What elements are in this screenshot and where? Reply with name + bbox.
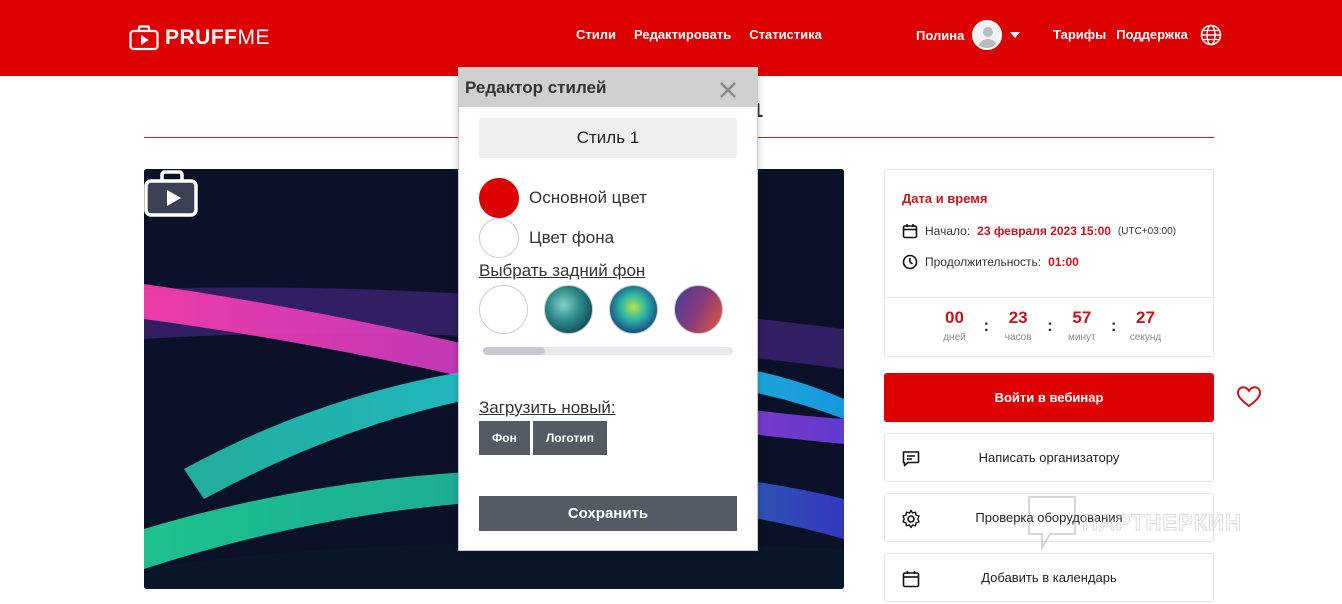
globe-icon[interactable] [1200,24,1222,46]
countdown-label: часов [1004,332,1032,343]
calendar-icon [902,224,918,239]
watermark: ПАРТНЕРКИН [1026,494,1242,552]
info-title: Дата и время [902,191,988,206]
countdown-label: секунд [1129,332,1162,343]
close-icon[interactable] [717,79,739,101]
style-editor-modal: Редактор стилей Основной цвет Цвет фона … [458,67,758,551]
bg-color-swatch[interactable] [479,218,519,258]
clock-icon [902,254,918,270]
upload-buttons: Фон Логотип [479,421,607,455]
logo-text-bold: PRUFF [165,26,238,49]
duration-value: 01:00 [1048,255,1079,269]
user-name: Полина [916,27,965,43]
countdown-separator: : [1110,316,1117,335]
bg-thumb-white[interactable] [479,285,528,334]
chevron-down-icon[interactable] [1010,32,1021,38]
start-label: Начало: [925,224,971,238]
calendar-icon [902,571,920,588]
pruffme-logo[interactable]: PRUFFME [129,24,270,52]
main-nav: Стили Редактировать Статистика [576,27,840,42]
countdown-separator: : [1047,316,1053,335]
logo-icon [129,25,159,51]
right-nav: Тарифы Поддержка [1053,27,1188,42]
user-menu[interactable]: Полина [916,20,1021,50]
timezone: (UTC+03:00) [1117,225,1176,237]
countdown-days: 00 дней [935,308,973,343]
countdown-seconds: 27 секунд [1127,308,1165,343]
nav-statistics[interactable]: Статистика [749,27,822,42]
speech-bubble-icon [1028,496,1076,552]
play-icon[interactable] [144,169,200,217]
countdown-value: 27 [1136,308,1155,327]
divider [885,297,1215,298]
nav-support[interactable]: Поддержка [1116,27,1188,42]
background-thumbnails [479,285,723,334]
upload-logo-button[interactable]: Логотип [532,421,607,455]
countdown-value: 00 [945,308,964,327]
countdown-separator: : [983,316,990,335]
start-row: Начало: 23 февраля 2023 15:00 (UTC+03:00… [902,223,1176,239]
modal-title: Редактор стилей [465,78,607,97]
style-name-input[interactable] [479,118,737,158]
bg-thumb-forest[interactable] [544,285,593,334]
primary-color-label: Основной цвет [529,188,647,207]
avatar[interactable] [972,20,1003,50]
nav-edit[interactable]: Редактировать [634,27,731,42]
duration-row: Продолжительность: 01:00 [902,254,1079,270]
countdown-value: 23 [1008,308,1028,327]
chat-icon [902,451,920,467]
primary-color-row[interactable]: Основной цвет [479,178,647,218]
primary-color-swatch[interactable] [479,178,519,218]
countdown-minutes: 57 минут [1063,308,1101,343]
bg-color-row[interactable]: Цвет фона [479,218,614,258]
countdown-label: минут [1068,332,1096,343]
modal-header: Редактор стилей [459,68,757,107]
choose-background-link[interactable]: Выбрать задний фон [479,261,645,281]
top-navbar: PRUFFME Стили Редактировать Статистика Пол… [0,0,1342,76]
logo-text-light: ME [237,26,270,49]
write-organizer-button[interactable]: Написать организатору [884,433,1214,482]
gear-icon [902,509,920,529]
countdown-timer: 00 дней : 23 часов : 57 минут : 27 секунд [885,308,1215,343]
save-button[interactable]: Сохранить [479,496,737,531]
nav-styles[interactable]: Стили [576,27,616,42]
thumbnails-scrollbar[interactable] [483,347,733,355]
watermark-text: ПАРТНЕРКИН [1082,510,1242,536]
enter-webinar-button[interactable]: Войти в вебинар [884,373,1214,422]
start-value: 23 февраля 2023 15:00 [977,224,1111,238]
countdown-value: 57 [1072,308,1092,327]
write-organizer-label: Написать организатору [978,450,1120,465]
duration-label: Продолжительность: [925,255,1042,269]
add-calendar-button[interactable]: Добавить в календарь [884,553,1214,602]
bg-color-label: Цвет фона [529,228,615,247]
bg-thumb-sunset[interactable] [674,285,723,334]
webinar-info-card: Дата и время Начало: 23 февраля 2023 15:… [884,169,1215,357]
countdown-hours: 23 часов [999,308,1037,343]
upload-background-button[interactable]: Фон [479,421,530,455]
add-calendar-label: Добавить в календарь [981,570,1117,585]
heart-icon[interactable] [1236,385,1262,409]
upload-new-label: Загрузить новый: [479,398,616,417]
bg-thumb-aurora[interactable] [609,285,658,334]
countdown-label: дней [943,332,966,343]
nav-tariffs[interactable]: Тарифы [1053,27,1106,42]
scrollbar-thumb[interactable] [483,347,545,355]
